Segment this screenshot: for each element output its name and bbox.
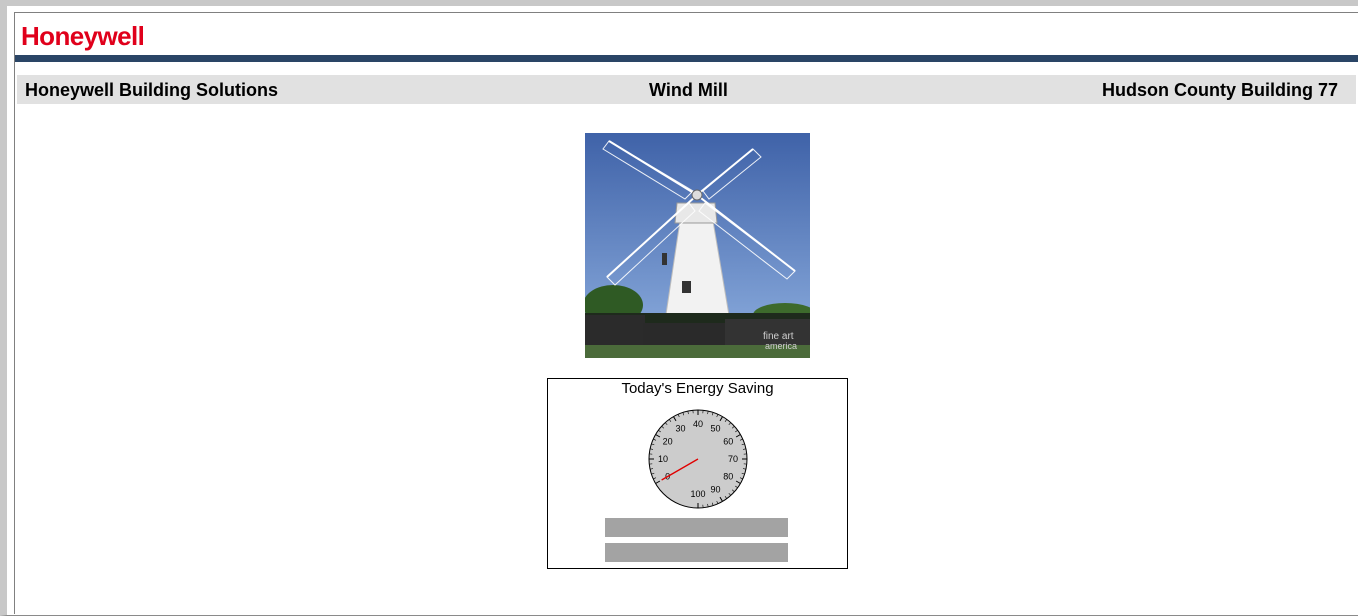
windmill-photo: fine art america <box>585 133 810 358</box>
gauge-tick-label: 90 <box>710 484 720 494</box>
watermark-line-2: america <box>765 341 797 351</box>
honeywell-logo: Honeywell <box>21 21 145 51</box>
energy-value-field-1 <box>605 518 788 537</box>
gauge-tick-label: 80 <box>723 472 733 482</box>
gauge-tick-label: 20 <box>663 437 673 447</box>
page-content: Honeywell Honeywell Building Solutions W… <box>14 12 1358 614</box>
gauge-tick-label: 50 <box>710 424 720 434</box>
gauge-tick-label: 10 <box>658 454 668 464</box>
gauge-tick-label: 40 <box>693 419 703 429</box>
header-divider-bar <box>15 55 1358 62</box>
gauge-tick-label: 100 <box>690 489 705 499</box>
gauge-tick-label: 30 <box>675 424 685 434</box>
energy-value-field-2 <box>605 543 788 562</box>
building-name: Hudson County Building 77 <box>1102 80 1338 100</box>
gauge-tick-label: 70 <box>728 454 738 464</box>
company-name: Honeywell Building Solutions <box>25 80 279 100</box>
browser-window: Honeywell Honeywell Building Solutions W… <box>0 0 1358 616</box>
energy-saving-panel: Today's Energy Saving 010203040506070809… <box>547 378 848 569</box>
energy-gauge: 0102030405060708090100 <box>648 409 748 509</box>
panel-title: Today's Energy Saving <box>621 380 774 397</box>
page-title: Wind Mill <box>649 80 728 100</box>
gauge-tick-label: 60 <box>723 437 733 447</box>
info-bar: Honeywell Building Solutions Wind Mill H… <box>17 75 1356 104</box>
